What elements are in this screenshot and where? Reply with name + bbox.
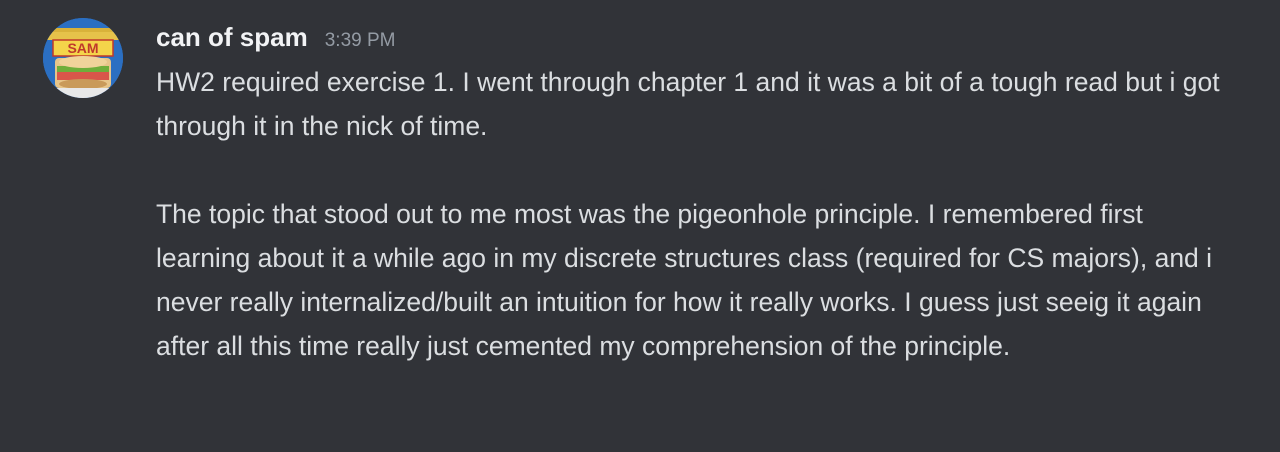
avatar-label: SAM bbox=[67, 40, 98, 56]
message-paragraph: HW2 required exercise 1. I went through … bbox=[156, 67, 1220, 141]
message-paragraph: The topic that stood out to me most was … bbox=[156, 199, 1213, 361]
message-content: HW2 required exercise 1. I went through … bbox=[156, 60, 1236, 368]
avatar[interactable]: SAM bbox=[43, 18, 123, 98]
chat-message: SAM can of spam 3:39 PM HW2 required exe… bbox=[0, 0, 1280, 452]
spam-can-avatar-icon: SAM bbox=[43, 18, 123, 98]
timestamp: 3:39 PM bbox=[324, 30, 396, 51]
message-header: can of spam 3:39 PM bbox=[156, 22, 395, 53]
username[interactable]: can of spam bbox=[156, 22, 308, 53]
